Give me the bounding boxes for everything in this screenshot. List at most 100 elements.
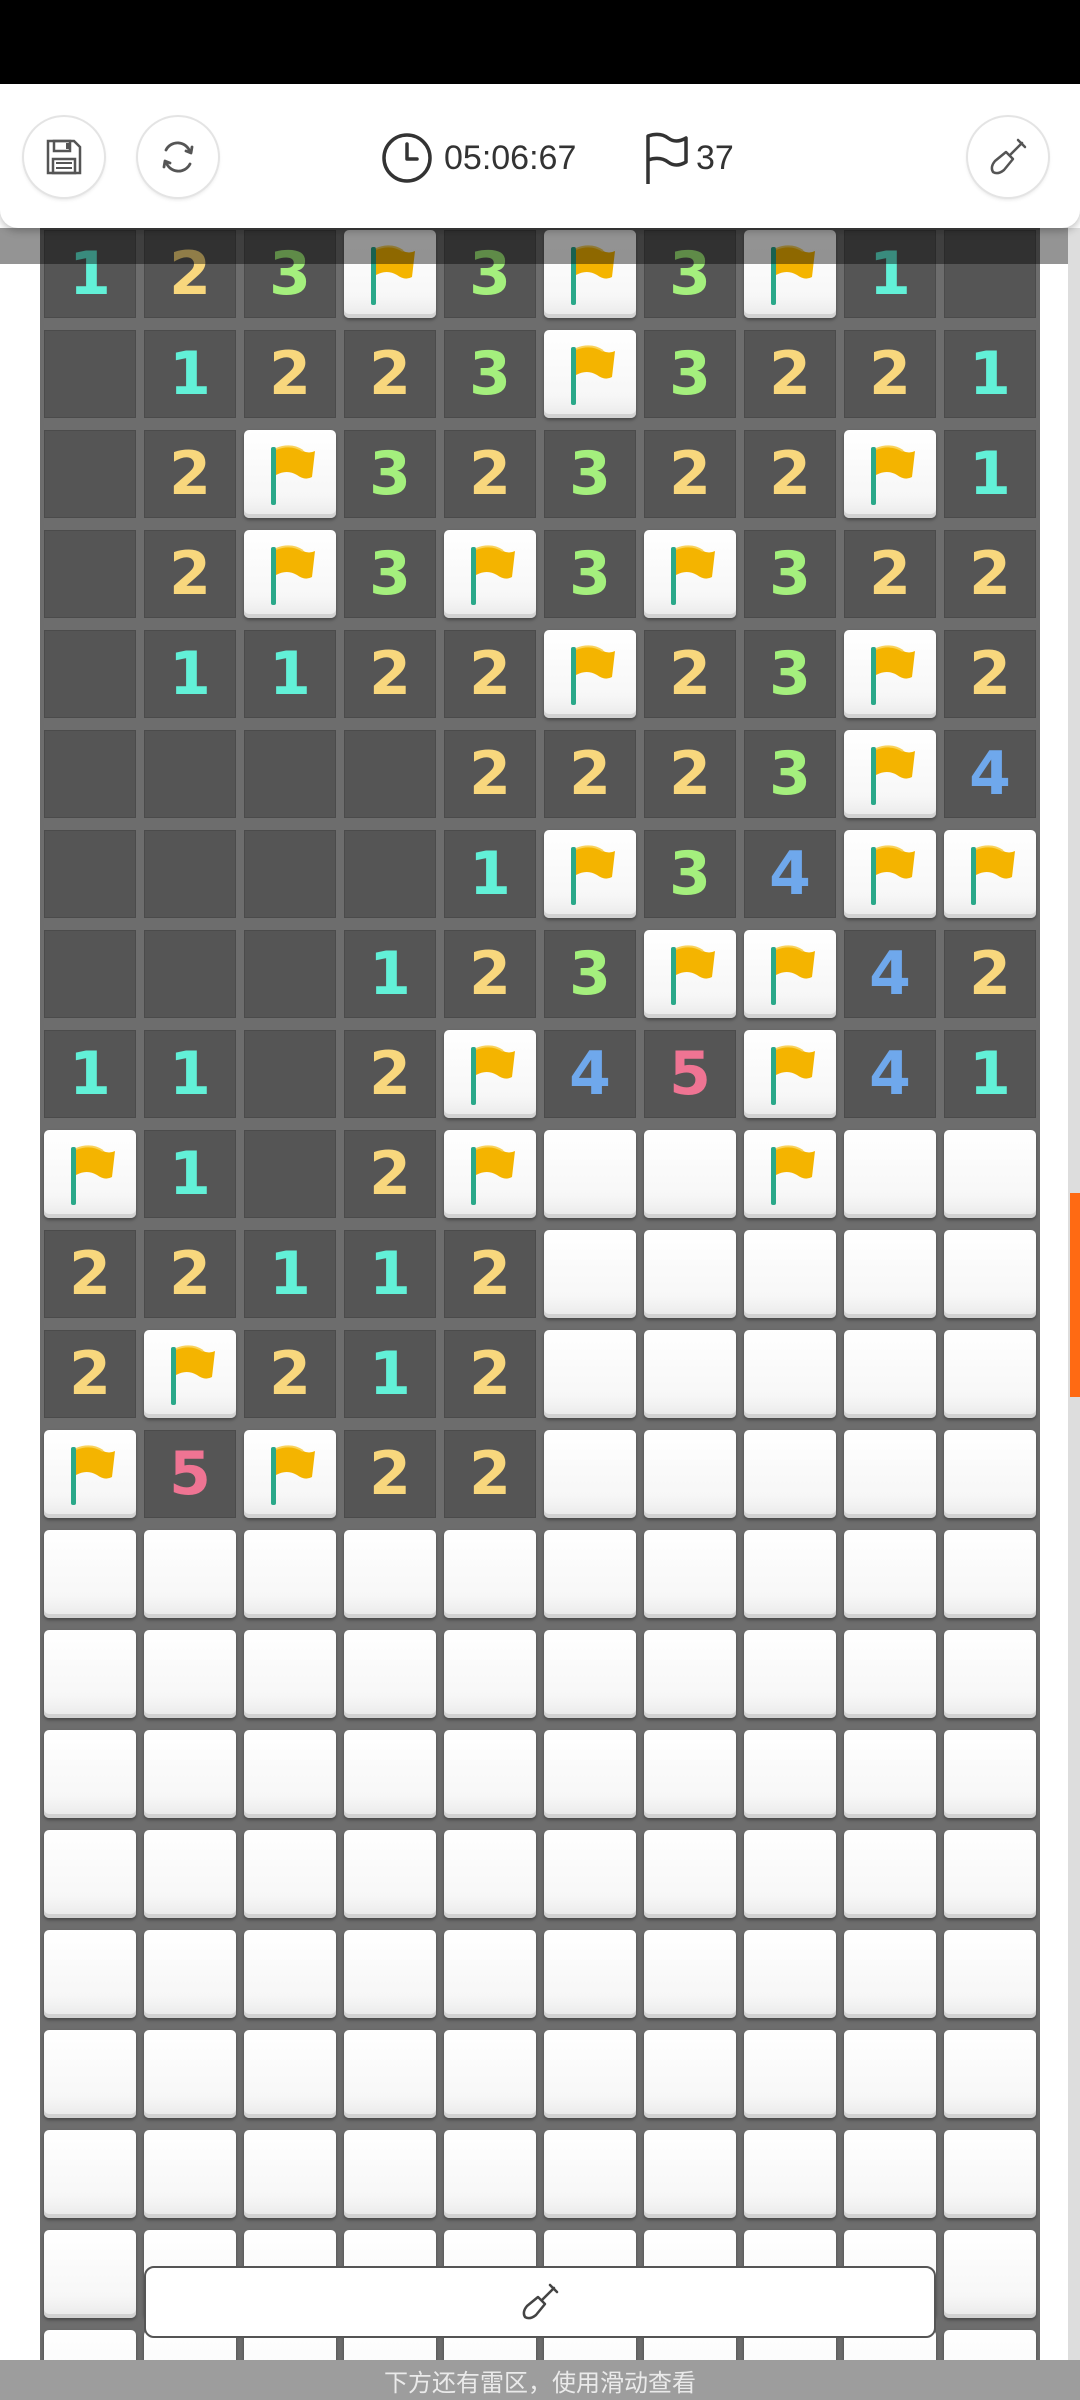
scrollbar-thumb[interactable] [1070, 1193, 1080, 1397]
unrevealed-cell[interactable] [444, 1530, 536, 1618]
empty-cell[interactable] [244, 730, 336, 818]
unrevealed-cell[interactable] [144, 2030, 236, 2118]
number-cell[interactable]: 1 [344, 930, 436, 1018]
unrevealed-cell[interactable] [844, 2030, 936, 2118]
number-cell[interactable]: 1 [244, 1230, 336, 1318]
unrevealed-cell[interactable] [144, 1930, 236, 2018]
unrevealed-cell[interactable] [544, 2030, 636, 2118]
unrevealed-cell[interactable] [744, 1930, 836, 2018]
flagged-cell[interactable] [944, 830, 1036, 918]
unrevealed-cell[interactable] [644, 1430, 736, 1518]
unrevealed-cell[interactable] [544, 1230, 636, 1318]
number-cell[interactable]: 2 [444, 1230, 536, 1318]
number-cell[interactable]: 1 [144, 630, 236, 718]
number-cell[interactable]: 1 [344, 1230, 436, 1318]
empty-cell[interactable] [144, 730, 236, 818]
unrevealed-cell[interactable] [844, 1230, 936, 1318]
unrevealed-cell[interactable] [644, 1930, 736, 2018]
unrevealed-cell[interactable] [744, 2130, 836, 2218]
unrevealed-cell[interactable] [144, 1830, 236, 1918]
number-cell[interactable]: 1 [444, 830, 536, 918]
unrevealed-cell[interactable] [244, 1930, 336, 2018]
unrevealed-cell[interactable] [44, 2130, 136, 2218]
unrevealed-cell[interactable] [444, 2030, 536, 2118]
number-cell[interactable]: 1 [244, 630, 336, 718]
unrevealed-cell[interactable] [844, 1530, 936, 1618]
unrevealed-cell[interactable] [344, 1530, 436, 1618]
number-cell[interactable]: 2 [244, 330, 336, 418]
number-cell[interactable]: 4 [544, 1030, 636, 1118]
number-cell[interactable]: 4 [944, 730, 1036, 818]
unrevealed-cell[interactable] [944, 1130, 1036, 1218]
number-cell[interactable]: 1 [944, 430, 1036, 518]
unrevealed-cell[interactable] [844, 1830, 936, 1918]
unrevealed-cell[interactable] [744, 1330, 836, 1418]
unrevealed-cell[interactable] [944, 1730, 1036, 1818]
unrevealed-cell[interactable] [344, 2130, 436, 2218]
unrevealed-cell[interactable] [944, 1530, 1036, 1618]
number-cell[interactable]: 2 [944, 630, 1036, 718]
flagged-cell[interactable] [844, 630, 936, 718]
empty-cell[interactable] [144, 830, 236, 918]
unrevealed-cell[interactable] [644, 2130, 736, 2218]
number-cell[interactable]: 1 [144, 330, 236, 418]
unrevealed-cell[interactable] [144, 1730, 236, 1818]
flagged-cell[interactable] [544, 630, 636, 718]
empty-cell[interactable] [44, 830, 136, 918]
unrevealed-cell[interactable] [544, 1930, 636, 2018]
unrevealed-cell[interactable] [44, 1830, 136, 1918]
number-cell[interactable]: 2 [444, 430, 536, 518]
flagged-cell[interactable] [744, 1030, 836, 1118]
flagged-cell[interactable] [244, 530, 336, 618]
unrevealed-cell[interactable] [544, 1830, 636, 1918]
unrevealed-cell[interactable] [844, 2130, 936, 2218]
number-cell[interactable]: 3 [744, 730, 836, 818]
unrevealed-cell[interactable] [344, 1730, 436, 1818]
number-cell[interactable]: 3 [744, 530, 836, 618]
unrevealed-cell[interactable] [944, 1830, 1036, 1918]
flagged-cell[interactable] [544, 330, 636, 418]
flagged-cell[interactable] [44, 1430, 136, 1518]
unrevealed-cell[interactable] [944, 2230, 1036, 2318]
unrevealed-cell[interactable] [444, 2130, 536, 2218]
flagged-cell[interactable] [144, 1330, 236, 1418]
number-cell[interactable]: 1 [344, 1330, 436, 1418]
number-cell[interactable]: 3 [344, 430, 436, 518]
number-cell[interactable]: 3 [644, 830, 736, 918]
unrevealed-cell[interactable] [44, 1630, 136, 1718]
unrevealed-cell[interactable] [944, 1330, 1036, 1418]
empty-cell[interactable] [44, 930, 136, 1018]
unrevealed-cell[interactable] [344, 1930, 436, 2018]
unrevealed-cell[interactable] [144, 2130, 236, 2218]
number-cell[interactable]: 2 [444, 1430, 536, 1518]
unrevealed-cell[interactable] [844, 1630, 936, 1718]
unrevealed-cell[interactable] [644, 1730, 736, 1818]
flagged-cell[interactable] [244, 430, 336, 518]
number-cell[interactable]: 3 [644, 330, 736, 418]
number-cell[interactable]: 4 [744, 830, 836, 918]
number-cell[interactable]: 2 [644, 730, 736, 818]
unrevealed-cell[interactable] [444, 1930, 536, 2018]
flagged-cell[interactable] [444, 530, 536, 618]
unrevealed-cell[interactable] [844, 1330, 936, 1418]
number-cell[interactable]: 2 [744, 430, 836, 518]
number-cell[interactable]: 2 [944, 930, 1036, 1018]
empty-cell[interactable] [344, 730, 436, 818]
unrevealed-cell[interactable] [944, 1630, 1036, 1718]
number-cell[interactable]: 2 [144, 1230, 236, 1318]
unrevealed-cell[interactable] [444, 1830, 536, 1918]
unrevealed-cell[interactable] [844, 1930, 936, 2018]
empty-cell[interactable] [244, 830, 336, 918]
number-cell[interactable]: 1 [144, 1030, 236, 1118]
unrevealed-cell[interactable] [344, 1630, 436, 1718]
unrevealed-cell[interactable] [644, 1130, 736, 1218]
unrevealed-cell[interactable] [544, 1730, 636, 1818]
flagged-cell[interactable] [844, 730, 936, 818]
flagged-cell[interactable] [844, 430, 936, 518]
number-cell[interactable]: 2 [344, 330, 436, 418]
number-cell[interactable]: 2 [44, 1330, 136, 1418]
unrevealed-cell[interactable] [244, 2130, 336, 2218]
flagged-cell[interactable] [244, 1430, 336, 1518]
unrevealed-cell[interactable] [944, 1430, 1036, 1518]
flagged-cell[interactable] [744, 930, 836, 1018]
